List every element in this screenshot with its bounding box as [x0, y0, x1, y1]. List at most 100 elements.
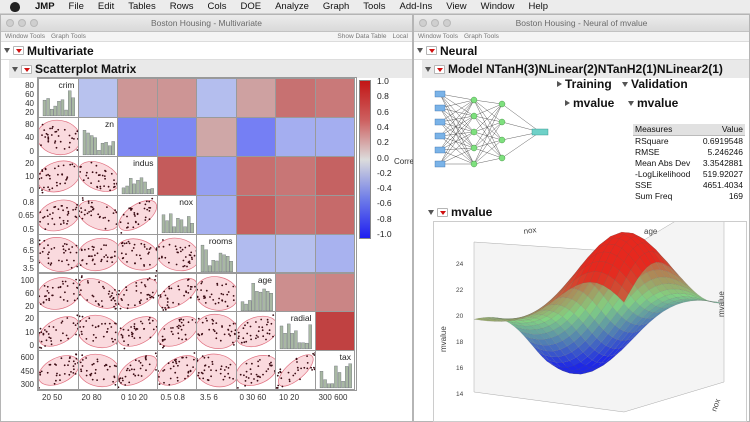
correlation-cell[interactable] — [235, 155, 276, 196]
correlation-cell[interactable] — [235, 78, 276, 118]
minimize-icon[interactable] — [431, 19, 439, 27]
red-triangle-menu-icon[interactable] — [21, 64, 32, 74]
validation-outline[interactable]: Validation — [622, 77, 688, 91]
scatter-cell[interactable] — [156, 350, 197, 391]
correlation-cell[interactable] — [196, 194, 237, 235]
close-icon[interactable] — [6, 19, 14, 27]
window-tools-button[interactable]: Window Tools — [5, 33, 45, 40]
menu-tools[interactable]: Tools — [356, 1, 392, 12]
disclosure-icon[interactable] — [425, 66, 431, 72]
window-titlebar[interactable]: Boston Housing - Multivariate — [1, 15, 412, 32]
scatter-cell[interactable] — [77, 155, 118, 196]
zoom-icon[interactable] — [443, 19, 451, 27]
red-triangle-menu-icon[interactable] — [437, 207, 448, 217]
correlation-cell[interactable] — [314, 233, 355, 274]
histogram-cell[interactable]: nox — [156, 194, 197, 235]
scatterplot-matrix-outline[interactable]: Scatterplot Matrix — [9, 60, 412, 78]
correlation-cell[interactable] — [275, 272, 316, 313]
correlation-cell[interactable] — [275, 155, 316, 196]
surface-outline[interactable]: mvalue — [428, 205, 492, 219]
scatter-cell[interactable] — [156, 233, 197, 274]
histogram-cell[interactable]: tax — [314, 350, 355, 391]
disclosure-icon[interactable] — [557, 81, 562, 87]
red-triangle-menu-icon[interactable] — [434, 64, 445, 74]
red-triangle-menu-icon[interactable] — [426, 46, 437, 55]
scatter-cell[interactable] — [38, 155, 79, 196]
window-titlebar[interactable]: Boston Housing - Neural of mvalue — [414, 15, 749, 32]
scatter-cell[interactable] — [38, 350, 79, 391]
disclosure-icon[interactable] — [628, 100, 634, 106]
correlation-cell[interactable] — [156, 116, 197, 157]
correlation-cell[interactable] — [314, 155, 355, 196]
correlation-cell[interactable] — [156, 78, 197, 118]
histogram-cell[interactable]: crim — [38, 78, 79, 118]
correlation-cell[interactable] — [275, 78, 316, 118]
correlation-cell[interactable] — [235, 194, 276, 235]
scatter-cell[interactable] — [38, 233, 79, 274]
scatter-cell[interactable] — [38, 272, 79, 313]
menu-rows[interactable]: Rows — [163, 1, 201, 12]
close-icon[interactable] — [419, 19, 427, 27]
menu-file[interactable]: File — [62, 1, 91, 12]
menu-tables[interactable]: Tables — [121, 1, 162, 12]
menu-graph[interactable]: Graph — [316, 1, 356, 12]
scatter-cell[interactable] — [196, 311, 237, 352]
correlation-cell[interactable] — [314, 116, 355, 157]
scatter-cell[interactable] — [117, 350, 158, 391]
disclosure-icon[interactable] — [622, 81, 628, 87]
disclosure-icon[interactable] — [417, 48, 423, 53]
menu-app[interactable]: JMP — [28, 1, 62, 12]
surface-plot-frame[interactable]: nox age mvalue mvalue nox 24 22 20 18 16 14 — [433, 191, 748, 422]
neural-outline[interactable]: Neural — [414, 42, 749, 60]
local-button[interactable]: Local — [392, 33, 408, 40]
correlation-cell[interactable] — [77, 78, 118, 118]
menu-edit[interactable]: Edit — [91, 1, 121, 12]
scatter-cell[interactable] — [77, 350, 118, 391]
menu-doe[interactable]: DOE — [233, 1, 268, 12]
histogram-cell[interactable]: indus — [117, 155, 158, 196]
apple-icon[interactable] — [10, 1, 20, 12]
scatter-cell[interactable] — [77, 272, 118, 313]
correlation-cell[interactable] — [117, 78, 158, 118]
scatter-cell[interactable] — [38, 194, 79, 235]
histogram-cell[interactable]: zn — [77, 116, 118, 157]
menu-analyze[interactable]: Analyze — [268, 1, 316, 12]
scatter-cell[interactable] — [38, 311, 79, 352]
red-triangle-menu-icon[interactable] — [13, 46, 24, 55]
scatter-cell[interactable] — [156, 311, 197, 352]
menu-cols[interactable]: Cols — [200, 1, 233, 12]
training-outline[interactable]: Training — [557, 77, 612, 91]
response-surface-plot[interactable]: nox age mvalue mvalue nox 24 22 20 18 16 14 — [434, 191, 748, 422]
histogram-cell[interactable]: age — [235, 272, 276, 313]
menu-window[interactable]: Window — [474, 1, 522, 12]
scatter-cell[interactable] — [117, 194, 158, 235]
correlation-cell[interactable] — [275, 116, 316, 157]
window-tools-button[interactable]: Window Tools — [418, 33, 458, 40]
scatter-cell[interactable] — [196, 350, 237, 391]
multivariate-outline[interactable]: Multivariate — [1, 42, 412, 60]
validation-mvalue-outline[interactable]: mvalue — [628, 96, 678, 110]
correlation-cell[interactable] — [156, 155, 197, 196]
graph-tools-button[interactable]: Graph Tools — [51, 33, 86, 40]
scatter-cell[interactable] — [117, 233, 158, 274]
correlation-cell[interactable] — [314, 78, 355, 118]
model-outline[interactable]: Model NTanH(3)NLinear(2)NTanH2(1)NLinear… — [422, 60, 749, 78]
scatter-cell[interactable] — [77, 194, 118, 235]
correlation-cell[interactable] — [117, 116, 158, 157]
scatter-cell[interactable] — [77, 233, 118, 274]
show-data-table-button[interactable]: Show Data Table — [337, 33, 386, 40]
correlation-cell[interactable] — [196, 78, 237, 118]
scatter-cell[interactable] — [235, 350, 276, 391]
scatter-cell[interactable] — [38, 116, 79, 157]
correlation-cell[interactable] — [235, 116, 276, 157]
zoom-icon[interactable] — [30, 19, 38, 27]
menu-addins[interactable]: Add-Ins — [392, 1, 439, 12]
scatter-cell[interactable] — [235, 311, 276, 352]
correlation-cell[interactable] — [275, 233, 316, 274]
histogram-cell[interactable]: rooms — [196, 233, 237, 274]
disclosure-icon[interactable] — [12, 66, 18, 72]
correlation-cell[interactable] — [314, 272, 355, 313]
minimize-icon[interactable] — [18, 19, 26, 27]
correlation-cell[interactable] — [314, 194, 355, 235]
correlation-cell[interactable] — [275, 194, 316, 235]
